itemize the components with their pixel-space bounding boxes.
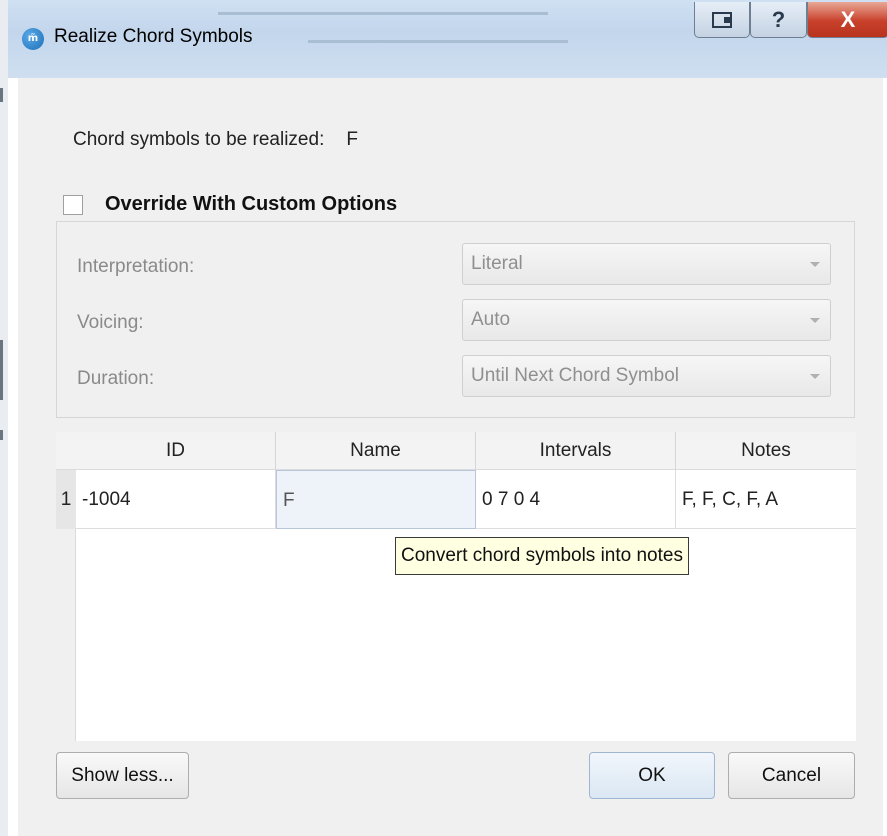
close-icon: X (840, 6, 856, 32)
ok-button[interactable]: OK (589, 752, 715, 799)
override-row: Override With Custom Options (63, 193, 397, 216)
cancel-button[interactable]: Cancel (728, 752, 855, 799)
override-checkbox[interactable] (63, 194, 83, 215)
row-number[interactable]: 1 (56, 470, 76, 529)
column-header-id[interactable]: ID (76, 432, 276, 470)
chevron-down-icon (810, 318, 820, 323)
help-button[interactable]: ? (750, 2, 807, 38)
show-less-button[interactable]: Show less... (56, 752, 189, 799)
chevron-down-icon (810, 374, 820, 379)
close-button[interactable]: X (807, 2, 887, 38)
window-menu-icon (712, 11, 732, 28)
voicing-select[interactable]: Auto (462, 299, 831, 341)
voicing-label: Voicing: (77, 312, 144, 333)
window-menu-button[interactable] (694, 2, 750, 38)
column-header-notes[interactable]: Notes (676, 432, 856, 470)
duration-label: Duration: (77, 368, 155, 389)
chevron-down-icon (810, 262, 820, 267)
override-label[interactable]: Override With Custom Options (105, 193, 397, 216)
table-header: ID Name Intervals Notes (56, 432, 856, 470)
interpretation-value: Literal (471, 253, 523, 274)
duration-select[interactable]: Until Next Chord Symbol (462, 355, 831, 397)
window-title: Realize Chord Symbols (54, 26, 253, 47)
interpretation-label: Interpretation: (77, 256, 195, 277)
chord-symbols-label: Chord symbols to be realized: (73, 129, 325, 150)
options-group: Interpretation: Literal Voicing: Auto Du… (56, 221, 855, 418)
cell-id[interactable]: -1004 (76, 470, 276, 529)
cell-intervals[interactable]: 0 7 0 4 (476, 470, 676, 529)
musescore-app-icon: m̃ (22, 28, 44, 50)
cell-notes[interactable]: F, F, C, F, A (676, 470, 856, 529)
interpretation-select[interactable]: Literal (462, 243, 831, 285)
chord-symbols-value: F (346, 129, 358, 150)
chord-table: ID Name Intervals Notes 1 -1004 F 0 7 0 … (56, 432, 856, 741)
duration-value: Until Next Chord Symbol (471, 365, 680, 386)
help-icon: ? (771, 6, 786, 32)
realize-chord-symbols-dialog: Chord symbols to be realized: F Override … (18, 78, 883, 836)
column-header-name[interactable]: Name (276, 432, 476, 470)
title-bar: m̃ Realize Chord Symbols ? X (8, 0, 887, 78)
background-window-strip (0, 0, 8, 836)
column-header-intervals[interactable]: Intervals (476, 432, 676, 470)
cell-name[interactable]: F (276, 470, 476, 529)
chord-symbols-summary: Chord symbols to be realized: F (73, 129, 358, 151)
voicing-value: Auto (471, 309, 511, 330)
tooltip: Convert chord symbols into notes (395, 537, 689, 575)
